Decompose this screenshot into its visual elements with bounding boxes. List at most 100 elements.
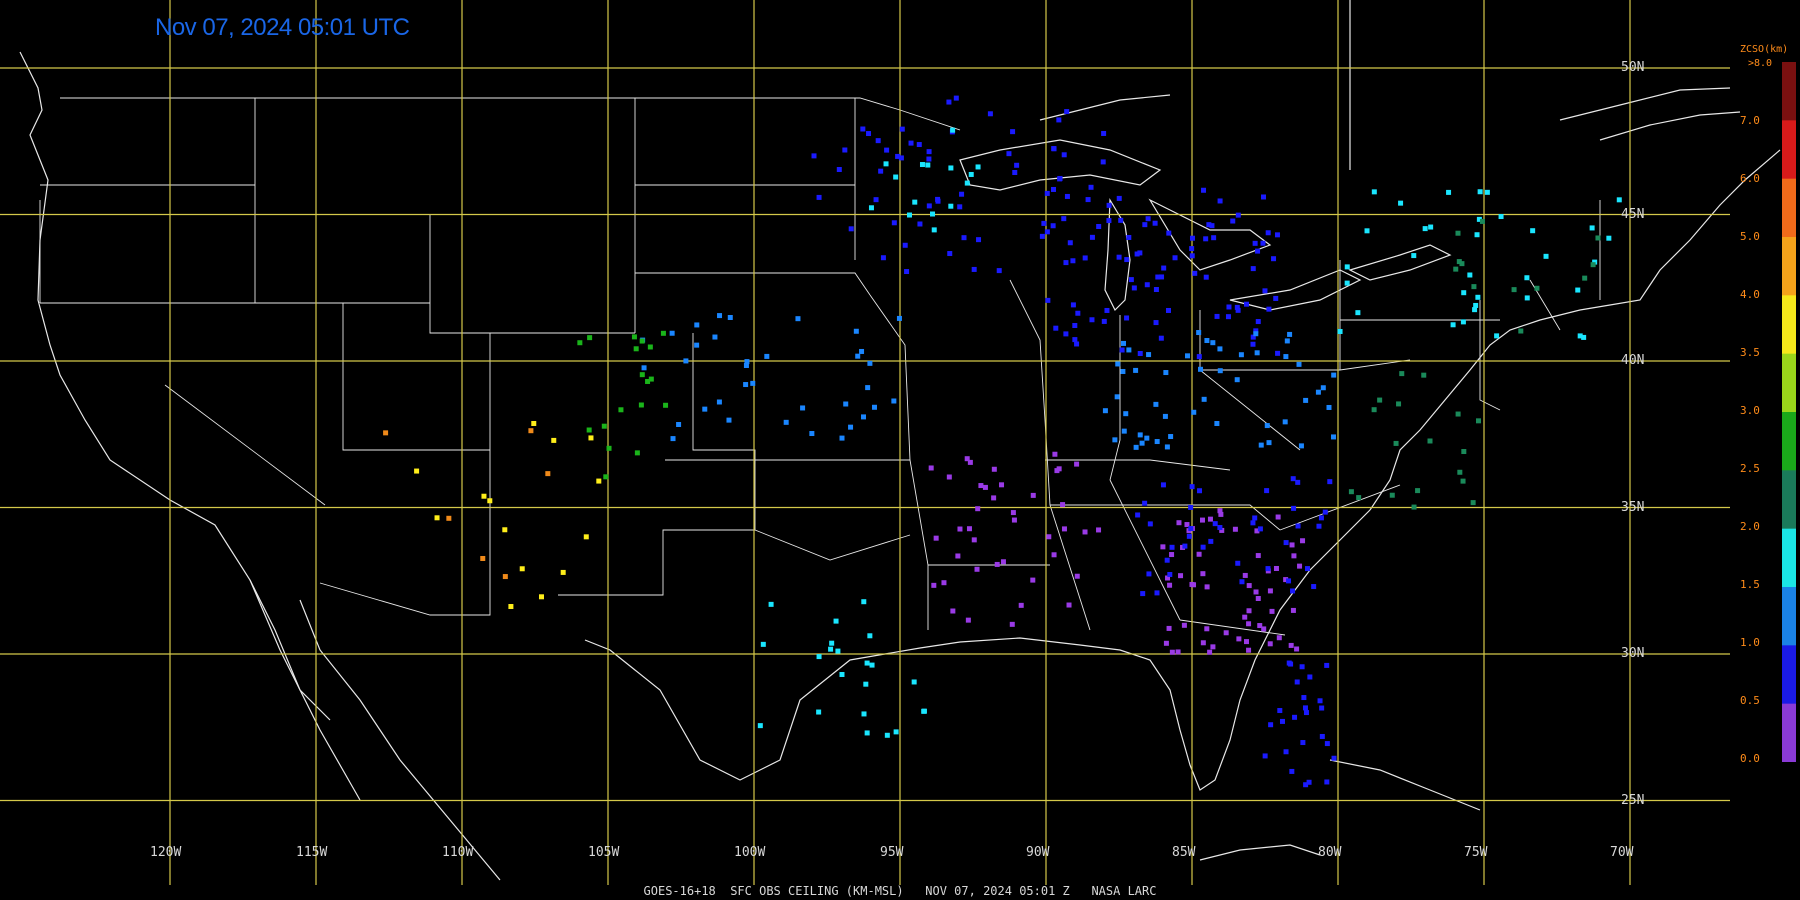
station-marker: [1120, 368, 1126, 374]
station-marker: [1000, 559, 1006, 565]
station-marker: [1217, 525, 1223, 531]
station-marker: [1051, 146, 1057, 152]
station-marker: [1616, 197, 1622, 203]
station-marker: [917, 221, 923, 227]
station-marker: [1176, 520, 1182, 526]
station-marker: [1200, 544, 1206, 550]
station-marker: [1450, 322, 1456, 328]
station-marker: [1139, 440, 1145, 446]
colorbar-label: 1.5: [1740, 578, 1760, 591]
station-marker: [1590, 262, 1596, 268]
station-marker: [880, 255, 886, 261]
station-marker: [921, 708, 927, 714]
station-marker: [1543, 253, 1549, 259]
station-marker: [1137, 351, 1143, 357]
station-marker: [1455, 411, 1461, 417]
station-marker: [1243, 639, 1249, 645]
station-marker: [1169, 552, 1175, 558]
station-marker: [1474, 232, 1480, 238]
station-marker: [1267, 588, 1273, 594]
station-marker: [1061, 526, 1067, 532]
station-marker: [1164, 444, 1170, 450]
station-marker: [1324, 741, 1330, 747]
station-marker: [1234, 377, 1240, 383]
station-marker: [633, 346, 639, 352]
station-marker: [865, 385, 871, 391]
station-marker: [1252, 240, 1258, 246]
station-marker: [545, 471, 551, 477]
station-marker: [1472, 307, 1478, 313]
station-marker: [871, 404, 877, 410]
station-marker: [1283, 749, 1289, 755]
station-marker: [953, 95, 959, 101]
station-marker: [975, 506, 981, 512]
station-marker: [1064, 109, 1070, 115]
station-marker: [816, 709, 822, 715]
station-marker: [991, 495, 997, 501]
station-marker: [891, 220, 897, 226]
station-marker: [1275, 350, 1281, 356]
station-marker: [1235, 560, 1241, 566]
station-marker: [1168, 434, 1174, 440]
station-marker: [1530, 228, 1536, 234]
station-marker: [434, 515, 440, 521]
station-marker: [1326, 404, 1332, 410]
station-marker: [1262, 288, 1268, 294]
station-marker: [1287, 331, 1293, 337]
station-marker: [1577, 333, 1583, 339]
station-marker: [383, 430, 389, 436]
station-marker: [1046, 534, 1052, 540]
station-marker: [1239, 579, 1245, 585]
station-marker: [1057, 175, 1063, 181]
station-marker: [829, 640, 835, 646]
station-marker: [519, 566, 525, 572]
lon-label-100: 100W: [734, 845, 766, 860]
station-marker: [1422, 226, 1428, 232]
station-marker: [1207, 516, 1213, 522]
station-marker: [899, 126, 905, 132]
station-marker: [1082, 255, 1088, 261]
station-marker: [1201, 187, 1207, 193]
lon-label-110: 110W: [442, 845, 474, 860]
station-marker: [1160, 482, 1166, 488]
colorbar-segment: [1782, 353, 1796, 413]
station-marker: [1116, 254, 1122, 260]
station-marker: [1041, 220, 1047, 226]
station-marker: [1246, 608, 1252, 614]
station-marker: [639, 372, 645, 378]
station-marker: [1265, 230, 1271, 236]
station-marker: [1114, 394, 1120, 400]
station-marker: [867, 633, 873, 639]
station-marker: [1595, 235, 1601, 241]
lon-label-75: 75W: [1464, 845, 1488, 860]
station-marker: [1230, 218, 1236, 224]
station-marker: [1255, 319, 1261, 325]
station-marker: [861, 711, 867, 717]
station-marker: [1012, 170, 1018, 176]
station-marker: [670, 436, 676, 442]
station-marker: [878, 168, 884, 174]
station-marker: [1165, 307, 1171, 313]
colorbar-label: 6.0: [1740, 172, 1760, 185]
station-marker: [1324, 779, 1330, 785]
station-marker: [1257, 623, 1263, 629]
colorbar-segment: [1782, 120, 1796, 180]
station-marker: [864, 660, 870, 666]
station-marker: [1299, 664, 1305, 670]
station-marker: [1389, 492, 1395, 498]
station-marker: [1135, 512, 1141, 518]
station-marker: [1011, 517, 1017, 523]
station-marker: [1475, 294, 1481, 300]
station-marker: [727, 314, 733, 320]
station-marker: [583, 534, 589, 540]
station-marker: [1072, 337, 1078, 343]
colorbar-segment: [1782, 178, 1796, 238]
station-marker: [1030, 492, 1036, 498]
station-marker: [1305, 566, 1311, 572]
station-marker: [1266, 440, 1272, 446]
colorbar-label: 3.0: [1740, 404, 1760, 417]
station-marker: [1211, 235, 1217, 241]
station-marker: [1189, 253, 1195, 259]
station-marker: [1279, 718, 1285, 724]
station-marker: [1121, 428, 1127, 434]
